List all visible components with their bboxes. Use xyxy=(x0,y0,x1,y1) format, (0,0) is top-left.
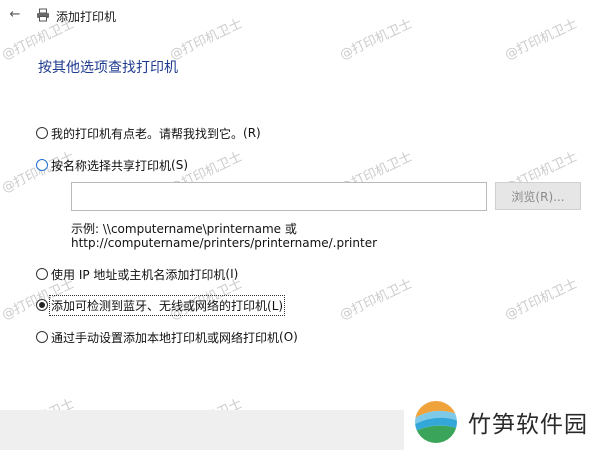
example-text-line1: 示例: \\computername\printername 或 xyxy=(71,222,297,236)
option-old-printer[interactable]: 我的打印机有点老。请帮我找到它。 (R) xyxy=(36,125,261,141)
example-text-line2: http://computername/printers/printername… xyxy=(71,236,378,250)
radio-button[interactable] xyxy=(36,127,48,139)
option-label-focused: 添加可检测到蓝牙、无线或网络的打印机(L) xyxy=(48,294,286,316)
browse-button[interactable]: 浏览(R)... xyxy=(495,182,581,210)
option-accel: (O) xyxy=(279,330,298,344)
page-title: 按其他选项查找打印机 xyxy=(38,60,178,76)
watermark: @打印机卫士 xyxy=(337,276,415,324)
bamboo-logo-icon xyxy=(415,400,457,443)
arrow-left-icon: ← xyxy=(9,7,21,22)
back-button[interactable]: ← xyxy=(8,8,22,22)
radio-button[interactable] xyxy=(36,299,48,311)
radio-button[interactable] xyxy=(36,331,48,343)
option-accel: (S) xyxy=(171,158,188,172)
brand-logo-block: 竹笋软件园 xyxy=(404,393,600,450)
radio-button[interactable] xyxy=(36,268,48,280)
radio-button[interactable] xyxy=(36,159,48,171)
printer-name-input[interactable] xyxy=(71,182,487,211)
option-label: 我的打印机有点老。请帮我找到它。 xyxy=(51,126,244,141)
option-accel: (I) xyxy=(225,267,239,281)
option-shared-printer[interactable]: 按名称选择共享打印机 (S) xyxy=(36,157,188,173)
option-label: 使用 IP 地址或主机名添加打印机 xyxy=(51,267,226,282)
window-title: 添加打印机 xyxy=(56,10,117,24)
option-manual-settings[interactable]: 通过手动设置添加本地打印机或网络打印机 (O) xyxy=(36,329,298,345)
option-bluetooth-wireless[interactable]: 添加可检测到蓝牙、无线或网络的打印机(L) xyxy=(36,294,286,316)
option-ip-address[interactable]: 使用 IP 地址或主机名添加打印机 (I) xyxy=(36,266,238,282)
watermark: @打印机卫士 xyxy=(502,276,580,324)
option-label: 添加可检测到蓝牙、无线或网络的打印机 xyxy=(51,298,268,313)
title-bar: ← 添加打印机 xyxy=(0,0,600,30)
option-label: 通过手动设置添加本地打印机或网络打印机 xyxy=(51,330,280,345)
brand-name: 竹笋软件园 xyxy=(468,411,588,438)
option-label: 按名称选择共享打印机 xyxy=(51,158,172,173)
option-accel: (R) xyxy=(243,126,261,140)
option-accel: (L) xyxy=(267,298,284,313)
printer-icon xyxy=(37,8,49,22)
